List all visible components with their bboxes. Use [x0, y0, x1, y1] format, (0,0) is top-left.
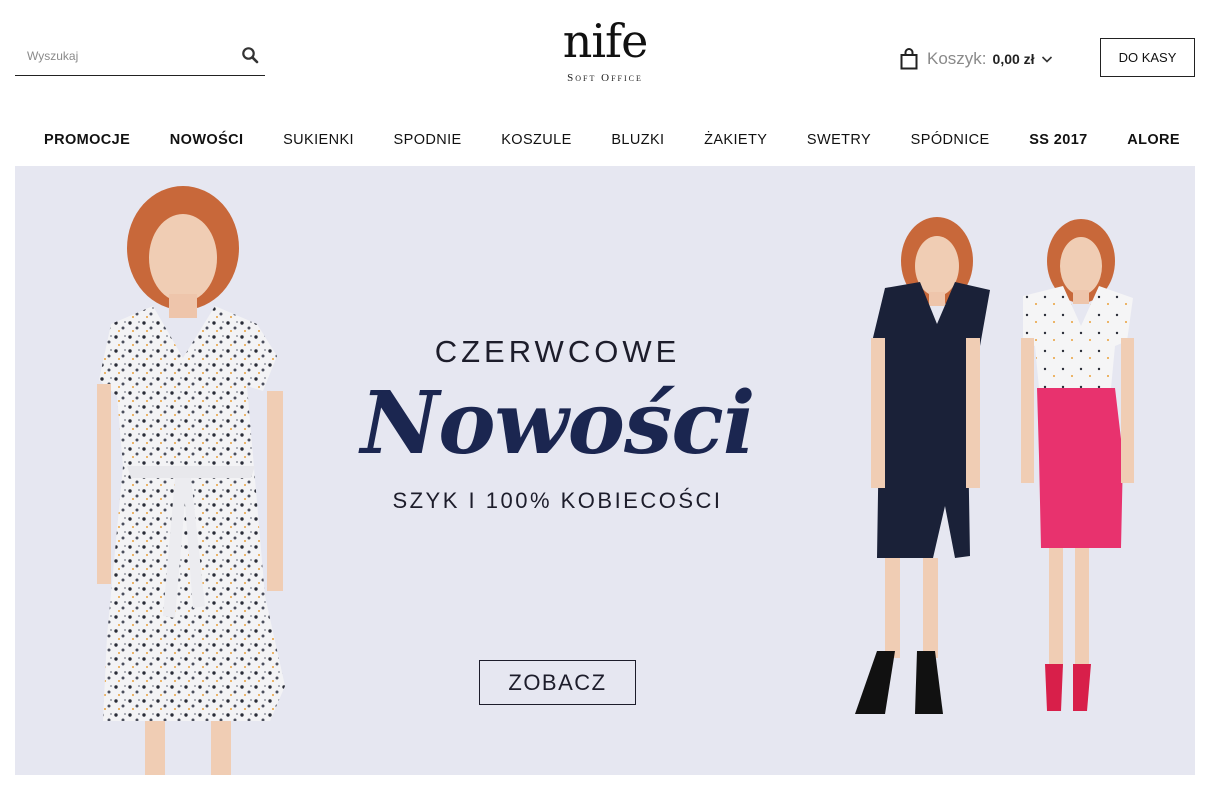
logo-tagline: Soft Office: [567, 72, 643, 84]
logo-brand: nife: [562, 14, 649, 68]
nav-item-ss-2017[interactable]: SS 2017: [1029, 132, 1087, 148]
nav-item-spodnice[interactable]: SPÓDNICE: [911, 132, 990, 148]
cart-label: Koszyk:: [927, 49, 987, 68]
chevron-down-icon: [1041, 56, 1052, 63]
site-logo[interactable]: nife Soft Office: [545, 14, 665, 84]
banner-kicker: CZERWCOWE: [434, 334, 681, 369]
nav-item-nowosci[interactable]: NOWOŚCI: [170, 132, 244, 148]
model-navy-dress: [855, 217, 990, 714]
nav-item-swetry[interactable]: SWETRY: [807, 132, 871, 148]
search-icon[interactable]: [241, 46, 259, 64]
model-floral-dress: [97, 186, 285, 775]
see-more-button[interactable]: ZOBACZ: [479, 660, 636, 705]
nav-item-promocje[interactable]: PROMOCJE: [44, 132, 130, 148]
nav-item-bluzki[interactable]: BLUZKI: [611, 132, 664, 148]
nav-item-spodnie[interactable]: SPODNIE: [394, 132, 462, 148]
banner-headline: CZERWCOWE Nowości SZYK I 100% KOBIECOŚCI: [305, 334, 810, 514]
search-bar: [15, 36, 265, 76]
model-pink-skirt: [1021, 219, 1134, 711]
search-input[interactable]: [15, 36, 230, 75]
nav-item-zakiety[interactable]: ŻAKIETY: [704, 132, 767, 148]
shopping-bag-icon: [900, 48, 918, 70]
banner-subline: SZYK I 100% KOBIECOŚCI: [392, 488, 723, 513]
hero-banner[interactable]: CZERWCOWE Nowości SZYK I 100% KOBIECOŚCI…: [15, 166, 1195, 775]
banner-title: Nowości: [360, 373, 756, 474]
cart-button[interactable]: Koszyk: 0,00 zł: [900, 46, 1053, 72]
nav-item-alore[interactable]: ALORE: [1127, 132, 1180, 148]
cart-total: 0,00 zł: [992, 51, 1035, 67]
nav-item-sukienki[interactable]: SUKIENKI: [283, 132, 354, 148]
main-nav: PROMOCJE NOWOŚCI SUKIENKI SPODNIE KOSZUL…: [15, 120, 1195, 160]
nav-item-koszule[interactable]: KOSZULE: [501, 132, 572, 148]
checkout-button[interactable]: DO KASY: [1100, 38, 1195, 77]
